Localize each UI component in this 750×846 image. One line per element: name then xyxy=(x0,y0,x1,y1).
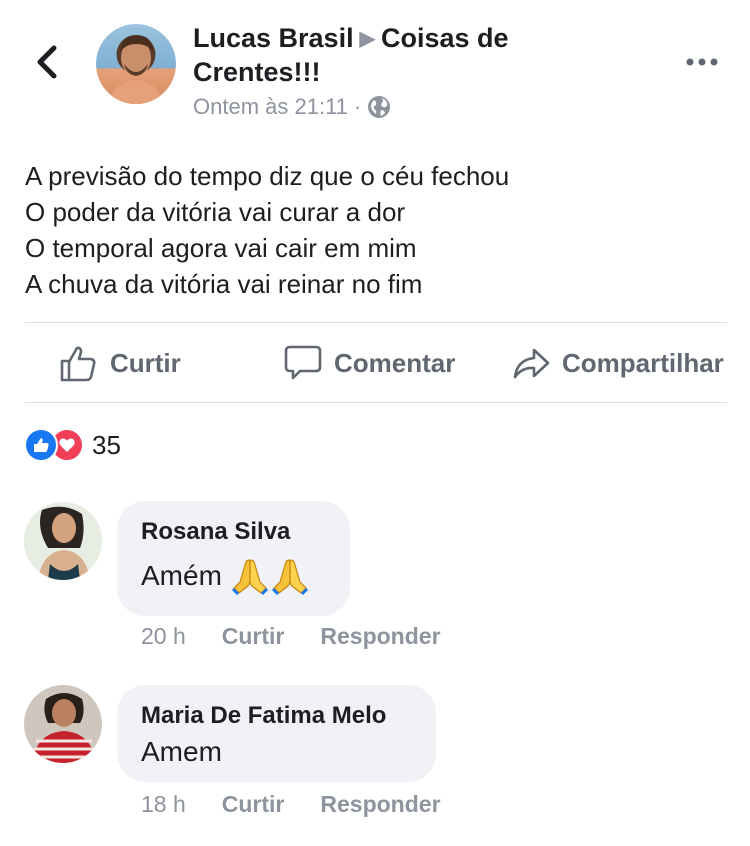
comment-label: Comentar xyxy=(334,347,456,378)
comment-body: Amem xyxy=(141,736,222,767)
comment-reply-button[interactable]: Responder xyxy=(320,791,440,818)
group-name-line1: Coisas de xyxy=(380,23,509,53)
commenter-photo xyxy=(24,502,102,580)
comment-meta: 20 h Curtir Responder xyxy=(141,623,441,650)
post-body: A previsão do tempo diz que o céu fechou… xyxy=(25,158,725,302)
divider xyxy=(25,402,727,403)
comment-text: Amém xyxy=(141,556,326,596)
like-label: Curtir xyxy=(110,347,181,378)
comment-like-button[interactable]: Curtir xyxy=(222,791,285,818)
share-label: Compartilhar xyxy=(562,347,724,378)
thumbs-up-icon xyxy=(60,346,96,382)
commenter-avatar[interactable] xyxy=(24,685,102,763)
like-reaction-icon xyxy=(24,428,58,462)
comment-timestamp[interactable]: 20 h xyxy=(141,623,186,650)
divider xyxy=(25,322,727,323)
praying-hands-icon xyxy=(271,559,308,595)
reaction-count: 35 xyxy=(92,429,121,460)
group-name-line2: Crentes!!! xyxy=(193,57,321,87)
thumbs-up-icon xyxy=(34,438,49,452)
comment-bubble-icon xyxy=(284,345,322,380)
chevron-left-icon xyxy=(37,45,57,79)
commenter-avatar[interactable] xyxy=(24,502,102,580)
post-meta: Ontem às 21:11 · xyxy=(193,94,391,120)
comment-reply-button[interactable]: Responder xyxy=(320,623,440,650)
post-line: A chuva da vitória vai reinar no fim xyxy=(25,269,423,299)
comment-button[interactable]: Comentar xyxy=(284,340,455,386)
post-timestamp[interactable]: Ontem às 21:11 xyxy=(193,94,348,120)
triangle-right-icon: ▶ xyxy=(359,28,375,50)
comment-text: Amem xyxy=(141,736,412,768)
author-photo xyxy=(108,35,164,104)
comment-like-button[interactable]: Curtir xyxy=(222,623,285,650)
post-line: O temporal agora vai cair em mim xyxy=(25,233,417,263)
comment-bubble: Maria De Fatima Melo Amem xyxy=(117,685,436,782)
praying-hands-icon xyxy=(231,559,268,595)
comment-bubble: Rosana Silva Amém xyxy=(117,501,350,616)
commenter-photo xyxy=(24,685,102,763)
reactions-summary[interactable]: 35 xyxy=(24,428,121,462)
more-options-button[interactable] xyxy=(684,52,720,72)
comment-timestamp[interactable]: 18 h xyxy=(141,791,186,818)
back-button[interactable] xyxy=(34,40,62,84)
post-line: O poder da vitória vai curar a dor xyxy=(25,197,406,227)
like-button[interactable]: Curtir xyxy=(58,340,181,386)
praying-hands-emoji xyxy=(230,556,310,596)
heart-icon xyxy=(59,438,75,452)
more-dots-icon xyxy=(686,58,718,66)
comment-meta: 18 h Curtir Responder xyxy=(141,791,441,818)
commenter-name[interactable]: Maria De Fatima Melo xyxy=(141,685,412,730)
share-arrow-icon xyxy=(513,348,550,379)
commenter-name[interactable]: Rosana Silva xyxy=(141,501,326,546)
meta-separator: · xyxy=(353,94,362,119)
author-name[interactable]: Lucas Brasil xyxy=(193,23,354,53)
globe-icon xyxy=(368,96,391,118)
author-avatar[interactable] xyxy=(96,24,176,104)
share-button[interactable]: Compartilhar xyxy=(512,340,724,386)
post-line: A previsão do tempo diz que o céu fechou xyxy=(25,161,510,191)
post-title: Lucas Brasil ▶ Coisas de Crentes!!! xyxy=(193,22,573,89)
comment-body: Amém xyxy=(141,560,222,591)
